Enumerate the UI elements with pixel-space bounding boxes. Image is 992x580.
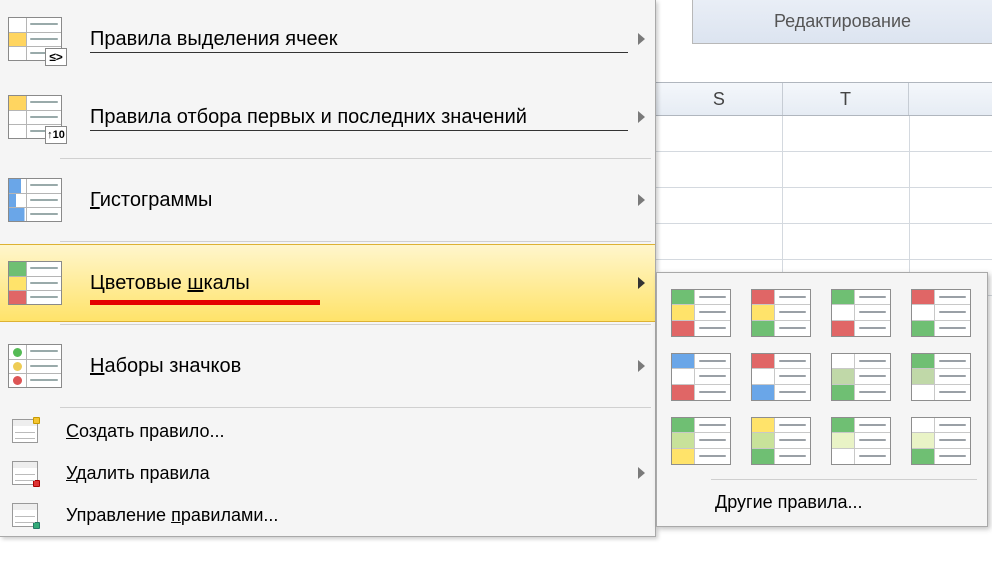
color-scale-swatch-9[interactable] xyxy=(671,417,731,465)
color-scale-swatch-2[interactable] xyxy=(751,289,811,337)
chevron-right-icon xyxy=(638,277,645,289)
color-scales-flyout: Другие правила... xyxy=(656,272,988,527)
menu-separator xyxy=(60,407,651,408)
menu-item-color-scales[interactable]: Цветовые шкалы xyxy=(0,244,655,322)
annotation-underline xyxy=(90,300,320,305)
highlight-cells-icon: ≤> xyxy=(4,14,66,64)
color-scale-swatch-10[interactable] xyxy=(751,417,811,465)
clear-rules-icon xyxy=(4,459,46,487)
menu-label: Правила выделения ячеек xyxy=(90,28,628,51)
data-bars-icon xyxy=(4,175,66,225)
new-rule-icon xyxy=(4,417,46,445)
menu-item-manage-rules[interactable]: Управление правилами... xyxy=(0,494,655,536)
column-header-s[interactable]: S xyxy=(656,83,783,115)
menu-item-new-rule[interactable]: Создать правило... xyxy=(0,410,655,452)
menu-item-clear-rules[interactable]: Удалить правила xyxy=(0,452,655,494)
menu-item-data-bars[interactable]: Гистограммы xyxy=(0,161,655,239)
chevron-right-icon xyxy=(638,467,645,479)
menu-item-highlight-cells[interactable]: ≤> Правила выделения ячеек xyxy=(0,0,655,78)
menu-separator xyxy=(60,241,651,242)
column-headers: S T xyxy=(656,82,992,116)
color-scale-swatch-7[interactable] xyxy=(831,353,891,401)
menu-label: Правила отбора первых и последних значен… xyxy=(90,106,628,129)
more-rules-label: Другие правила... xyxy=(715,492,863,513)
spreadsheet-grid[interactable] xyxy=(656,116,992,296)
menu-separator xyxy=(60,158,651,159)
color-scales-icon xyxy=(4,258,66,308)
color-scales-gallery xyxy=(665,283,979,475)
color-scale-swatch-12[interactable] xyxy=(911,417,971,465)
color-scale-swatch-6[interactable] xyxy=(751,353,811,401)
color-scale-swatch-8[interactable] xyxy=(911,353,971,401)
menu-separator xyxy=(60,324,651,325)
color-scale-swatch-4[interactable] xyxy=(911,289,971,337)
menu-label: Создать правило... xyxy=(66,421,645,442)
chevron-right-icon xyxy=(638,360,645,372)
column-header-t[interactable]: T xyxy=(783,83,910,115)
ribbon-group-label: Редактирование xyxy=(774,11,911,32)
icon-sets-icon xyxy=(4,341,66,391)
menu-label: Удалить правила xyxy=(66,463,628,484)
color-scale-swatch-11[interactable] xyxy=(831,417,891,465)
manage-rules-icon xyxy=(4,501,46,529)
menu-label: Гистограммы xyxy=(90,189,628,212)
flyout-separator xyxy=(711,479,977,480)
menu-item-top-bottom[interactable]: ↑10 Правила отбора первых и последних зн… xyxy=(0,78,655,156)
chevron-right-icon xyxy=(638,194,645,206)
menu-label: Цветовые шкалы xyxy=(90,272,628,295)
menu-item-icon-sets[interactable]: Наборы значков xyxy=(0,327,655,405)
color-scale-swatch-1[interactable] xyxy=(671,289,731,337)
conditional-formatting-menu: ≤> Правила выделения ячеек ↑10 Правила о… xyxy=(0,0,656,537)
column-header-blank[interactable] xyxy=(909,83,992,115)
chevron-right-icon xyxy=(638,111,645,123)
menu-label: Наборы значков xyxy=(90,355,628,378)
ribbon-group-editing: Редактирование xyxy=(692,0,992,44)
more-rules-item[interactable]: Другие правила... xyxy=(665,482,979,522)
top-bottom-icon: ↑10 xyxy=(4,92,66,142)
chevron-right-icon xyxy=(638,33,645,45)
color-scale-swatch-5[interactable] xyxy=(671,353,731,401)
menu-label: Управление правилами... xyxy=(66,505,645,526)
color-scale-swatch-3[interactable] xyxy=(831,289,891,337)
